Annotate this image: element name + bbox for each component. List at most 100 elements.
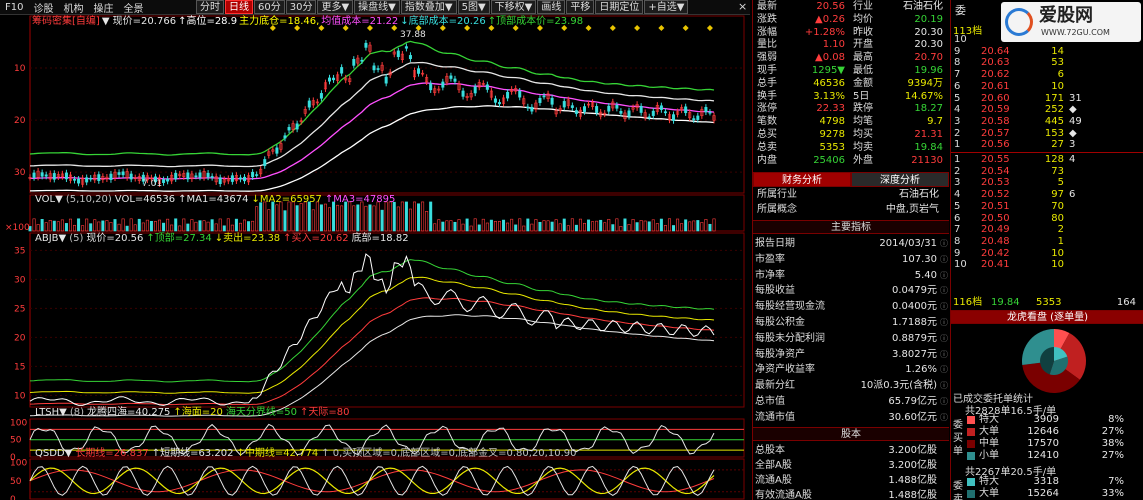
info-icon[interactable]: ⓘ xyxy=(940,378,948,394)
sell-level-row[interactable]: 5 20.60 171 31 xyxy=(951,93,1143,105)
abjb-price-line xyxy=(29,253,715,406)
level-price: 20.48 xyxy=(981,235,1010,247)
buy-level-row[interactable]: 6 20.50 80 xyxy=(951,213,1143,225)
volume-bar xyxy=(170,224,174,232)
sell-level-row[interactable]: 7 20.62 6 xyxy=(951,69,1143,81)
buy-level-row[interactable]: 7 20.49 2 xyxy=(951,224,1143,236)
toolbar-button[interactable]: +自选▼ xyxy=(644,0,689,14)
buy-level-row[interactable]: 5 20.51 70 xyxy=(951,201,1143,213)
tab-deep[interactable]: 深度分析 xyxy=(851,172,949,187)
y-tick-label: 30 xyxy=(14,275,26,285)
indicator-label: 市净率 xyxy=(755,269,785,281)
toolbar-button[interactable]: 平移 xyxy=(566,0,595,14)
level-volume: 153 xyxy=(1044,127,1064,139)
legend-item: (5,10,20) xyxy=(65,194,112,205)
toolbar-button[interactable]: 下移权▼ xyxy=(490,0,537,14)
candle-body xyxy=(639,106,643,113)
abjb-legend: ABJB▼ (5) 现价=20.56 ↑顶部=27.34 ↓卖出=23.38 ↑买入=20… xyxy=(35,233,409,245)
stat-label: 中单 xyxy=(979,438,999,449)
sell-level-row[interactable]: 1 20.56 27 3 xyxy=(951,139,1143,151)
buy-level-row[interactable]: 4 20.52 97 6 xyxy=(951,189,1143,201)
quote-value: 25406 xyxy=(813,154,845,166)
level-mark: 6 xyxy=(1069,189,1076,201)
volume-bar xyxy=(328,207,332,232)
menu-item[interactable]: F10 xyxy=(0,2,28,13)
sell-level-row[interactable]: 4 20.59 252 ◆ xyxy=(951,104,1143,116)
info-icon[interactable]: ⓘ xyxy=(940,362,948,378)
toolbar-button[interactable]: 日线 xyxy=(225,0,253,14)
buy-level-row[interactable]: 9 20.42 10 xyxy=(951,248,1143,260)
menu-item[interactable]: 全景 xyxy=(118,0,148,15)
legend-item: LTSH▼ xyxy=(35,407,67,418)
toolbar-button[interactable]: 更多▼ xyxy=(317,0,354,14)
price-low-label: 7.01 xyxy=(142,179,163,189)
buy-level-row[interactable]: 1 20.55 128 4 xyxy=(951,154,1143,166)
buy-level-row[interactable]: 2 20.54 73 xyxy=(951,166,1143,178)
candle-body xyxy=(429,83,433,91)
volume-bar xyxy=(48,220,52,232)
toolbar-button[interactable]: 日期定位 xyxy=(595,0,644,14)
abjb-sell-line xyxy=(29,276,715,394)
stat-label: 大单 xyxy=(979,488,999,499)
menu-item[interactable]: 操庄 xyxy=(88,0,118,15)
buy-level-row[interactable]: 10 20.41 10 xyxy=(951,259,1143,271)
info-icon[interactable]: ⓘ xyxy=(940,331,948,347)
candle-body xyxy=(44,174,48,177)
info-icon[interactable]: ⓘ xyxy=(940,299,948,315)
candle-body xyxy=(243,176,247,182)
sell-level-row[interactable]: 2 20.57 153 ◆ xyxy=(951,128,1143,140)
toolbar-button[interactable]: 操盘线▼ xyxy=(354,0,400,14)
sell-level-row[interactable]: 10 xyxy=(951,34,1143,46)
logo-text: 爱股网 xyxy=(1039,5,1093,26)
mid-term-line xyxy=(29,467,715,495)
volume-bar xyxy=(667,218,671,232)
level-index: 2 xyxy=(954,127,961,139)
chart-canvas[interactable]: 302010353025201510100500100500 xyxy=(0,15,750,500)
volume-bar xyxy=(145,219,149,232)
menu-item[interactable]: 诊股 xyxy=(28,0,58,15)
volume-bar xyxy=(542,220,546,232)
quote-label: 强弱 xyxy=(757,52,777,64)
toolbar-button[interactable]: 指数叠加▼ xyxy=(400,0,457,14)
info-icon[interactable]: ⓘ xyxy=(940,347,948,363)
menu-item[interactable]: 机构 xyxy=(58,0,88,15)
info-icon[interactable]: ⓘ xyxy=(940,410,948,426)
volume-bar xyxy=(56,221,60,232)
volume-bar xyxy=(607,218,611,232)
toolbar-button[interactable]: 分时 xyxy=(196,0,224,14)
buy-level-row[interactable]: 3 20.53 5 xyxy=(951,177,1143,189)
indicator-label: 总市值 xyxy=(755,396,785,407)
industry-value: 石油石化 xyxy=(899,189,939,200)
info-icon[interactable]: ⓘ xyxy=(940,268,948,284)
volume-bar xyxy=(704,219,708,232)
quote-value: 5353 xyxy=(819,141,845,153)
analysis-tabs: 财务分析 深度分析 xyxy=(753,172,949,187)
info-icon[interactable]: ⓘ xyxy=(940,283,948,299)
buy-level-row[interactable]: 8 20.48 1 xyxy=(951,236,1143,248)
indicator-label: 每股收益 xyxy=(755,285,795,297)
sell-level-row[interactable]: 9 20.64 14 xyxy=(951,46,1143,58)
tab-financial[interactable]: 财务分析 xyxy=(753,172,851,187)
toolbar-button[interactable]: 画线 xyxy=(537,0,566,14)
close-icon[interactable]: × xyxy=(738,1,747,13)
volume-bar xyxy=(514,224,518,232)
sell-level-row[interactable]: 6 20.61 10 xyxy=(951,81,1143,93)
share-label: 全部A股 xyxy=(755,459,792,471)
qsdd-legend: QSDD▼ 长期线=26.837 ↑短期线=63.202 ↑中期线=42.774 ↑ 0… xyxy=(35,448,576,460)
info-icon[interactable]: ⓘ xyxy=(940,394,948,410)
info-icon[interactable]: ⓘ xyxy=(940,236,948,252)
info-icon[interactable]: ⓘ xyxy=(940,252,948,268)
sell-level-row[interactable]: 3 20.58 445 49 xyxy=(951,116,1143,128)
volume-bar xyxy=(64,223,68,232)
toolbar-button[interactable]: 5图▼ xyxy=(457,0,490,14)
stat-swatch xyxy=(967,428,975,436)
info-icon[interactable]: ⓘ xyxy=(940,315,948,331)
quote-value: 19.96 xyxy=(914,65,943,76)
stat-volume: 12646 xyxy=(1027,426,1059,437)
quote-label: 均笔 xyxy=(853,116,873,128)
sell-level-row[interactable]: 8 20.63 53 xyxy=(951,57,1143,69)
candle-body xyxy=(704,107,708,113)
toolbar-button[interactable]: 60分 xyxy=(254,0,285,14)
toolbar-button[interactable]: 30分 xyxy=(285,0,317,14)
candle-body xyxy=(328,77,332,82)
